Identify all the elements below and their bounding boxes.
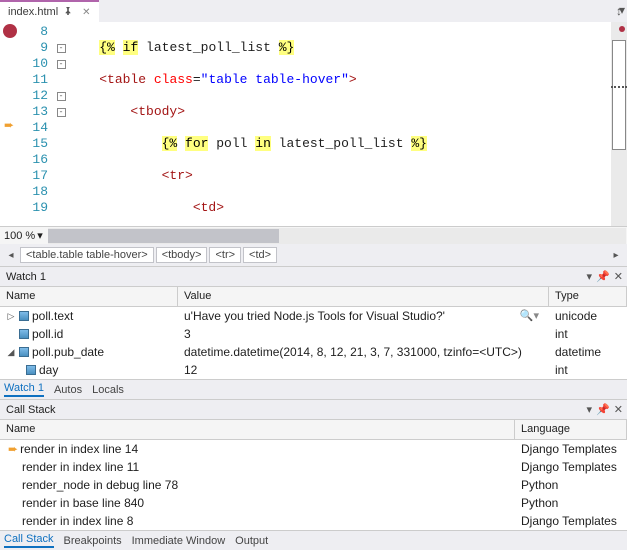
- col-name[interactable]: Name: [0, 420, 515, 439]
- tab-autos[interactable]: Autos: [54, 384, 82, 396]
- tab-breakpoints[interactable]: Breakpoints: [64, 535, 122, 547]
- callstack-row[interactable]: render in index line 8 Django Templates: [0, 512, 627, 530]
- pin-icon[interactable]: [64, 6, 72, 18]
- window-menu-icon[interactable]: ▾: [587, 270, 593, 283]
- col-name[interactable]: Name: [0, 287, 178, 306]
- callstack-panel-tabs: Call Stack Breakpoints Immediate Window …: [0, 530, 627, 550]
- watch-rows: ▷poll.text u'Have you tried Node.js Tool…: [0, 307, 627, 379]
- tab-output[interactable]: Output: [235, 535, 268, 547]
- callstack-row[interactable]: render_node in debug line 78 Python: [0, 476, 627, 494]
- tab-immediate[interactable]: Immediate Window: [132, 535, 226, 547]
- callstack-row[interactable]: ➨render in index line 14 Django Template…: [0, 440, 627, 458]
- tab-index-html[interactable]: index.html ✕: [0, 0, 99, 22]
- vertical-scrollbar[interactable]: [611, 22, 627, 226]
- callstack-row[interactable]: render in base line 840 Python: [0, 494, 627, 512]
- watch-panel-tabs: Watch 1 Autos Locals: [0, 379, 627, 399]
- pin-icon[interactable]: 📌: [596, 270, 610, 283]
- close-icon[interactable]: ✕: [614, 270, 623, 283]
- tab-callstack[interactable]: Call Stack: [4, 533, 54, 548]
- current-line-arrow-icon: ➨: [4, 118, 20, 132]
- variable-icon: [26, 365, 36, 375]
- col-language[interactable]: Language: [515, 420, 627, 439]
- variable-icon: [19, 329, 29, 339]
- expand-icon[interactable]: ▷: [6, 311, 16, 322]
- callstack-header: Name Language: [0, 420, 627, 440]
- chevron-down-icon: ▾: [37, 229, 43, 242]
- panel-title-text: Watch 1: [6, 271, 46, 283]
- fold-icon[interactable]: -: [57, 92, 66, 101]
- breadcrumb-forward[interactable]: ▸: [609, 250, 623, 261]
- scrollbar-thumb[interactable]: [612, 40, 626, 150]
- tab-title: index.html: [8, 6, 58, 18]
- watch-title-bar[interactable]: Watch 1 ▾ 📌 ✕: [0, 267, 627, 287]
- code-area[interactable]: {% if latest_poll_list %} <table class="…: [68, 22, 627, 226]
- pin-icon[interactable]: 📌: [596, 403, 610, 416]
- scrollbar-caret-marker: [611, 86, 627, 88]
- fold-icon[interactable]: -: [57, 108, 66, 117]
- visualizer-icon[interactable]: 🔍▾: [520, 309, 539, 323]
- code-editor[interactable]: ↕ ➨ 8910 111213 141516 171819 - - - - {%…: [0, 22, 627, 226]
- horizontal-scrollbar[interactable]: [48, 228, 626, 244]
- watch-row[interactable]: day 12 int: [0, 361, 627, 379]
- breadcrumb-item[interactable]: <table.table table-hover>: [20, 247, 154, 263]
- scrollbar-breakpoint-marker: [619, 26, 625, 32]
- zoom-dropdown[interactable]: 100 %▾: [0, 229, 47, 242]
- current-frame-arrow-icon: ➨: [8, 442, 18, 456]
- panel-title-text: Call Stack: [6, 404, 56, 416]
- document-tabs: index.html ✕ ▾: [0, 0, 627, 22]
- watch-row[interactable]: poll.id 3 int: [0, 325, 627, 343]
- callstack-rows: ➨render in index line 14 Django Template…: [0, 440, 627, 530]
- variable-icon: [19, 347, 29, 357]
- watch-row[interactable]: ▷poll.text u'Have you tried Node.js Tool…: [0, 307, 627, 325]
- breakpoint-icon[interactable]: [3, 24, 17, 38]
- split-toggle-icon[interactable]: ↕: [611, 4, 627, 18]
- scrollbar-thumb[interactable]: [48, 229, 279, 243]
- col-type[interactable]: Type: [549, 287, 627, 306]
- expand-icon[interactable]: ◢: [6, 347, 16, 358]
- line-numbers: 8910 111213 141516 171819: [20, 22, 54, 226]
- breadcrumb-back[interactable]: ◂: [4, 250, 18, 261]
- breadcrumb: ◂ <table.table table-hover> <tbody> <tr>…: [0, 244, 627, 266]
- fold-icon[interactable]: -: [57, 44, 66, 53]
- fold-gutter[interactable]: - - - -: [54, 22, 68, 226]
- callstack-row[interactable]: render in index line 11 Django Templates: [0, 458, 627, 476]
- window-menu-icon[interactable]: ▾: [587, 403, 593, 416]
- breadcrumb-item[interactable]: <tbody>: [156, 247, 208, 263]
- glyph-margin[interactable]: ➨: [0, 22, 20, 226]
- breadcrumb-item[interactable]: <tr>: [209, 247, 241, 263]
- breadcrumb-item[interactable]: <td>: [243, 247, 277, 263]
- watch-header: Name Value Type: [0, 287, 627, 307]
- fold-icon[interactable]: -: [57, 60, 66, 69]
- variable-icon: [19, 311, 29, 321]
- callstack-title-bar[interactable]: Call Stack ▾ 📌 ✕: [0, 400, 627, 420]
- watch-panel: Watch 1 ▾ 📌 ✕ Name Value Type ▷poll.text…: [0, 266, 627, 399]
- watch-row[interactable]: ◢poll.pub_date datetime.datetime(2014, 8…: [0, 343, 627, 361]
- col-value[interactable]: Value: [178, 287, 549, 306]
- editor-status-row: 100 %▾: [0, 226, 627, 244]
- callstack-panel: Call Stack ▾ 📌 ✕ Name Language ➨render i…: [0, 399, 627, 550]
- close-icon[interactable]: ✕: [614, 403, 623, 416]
- close-icon[interactable]: ✕: [82, 7, 90, 18]
- tab-watch1[interactable]: Watch 1: [4, 382, 44, 397]
- tab-locals[interactable]: Locals: [92, 384, 124, 396]
